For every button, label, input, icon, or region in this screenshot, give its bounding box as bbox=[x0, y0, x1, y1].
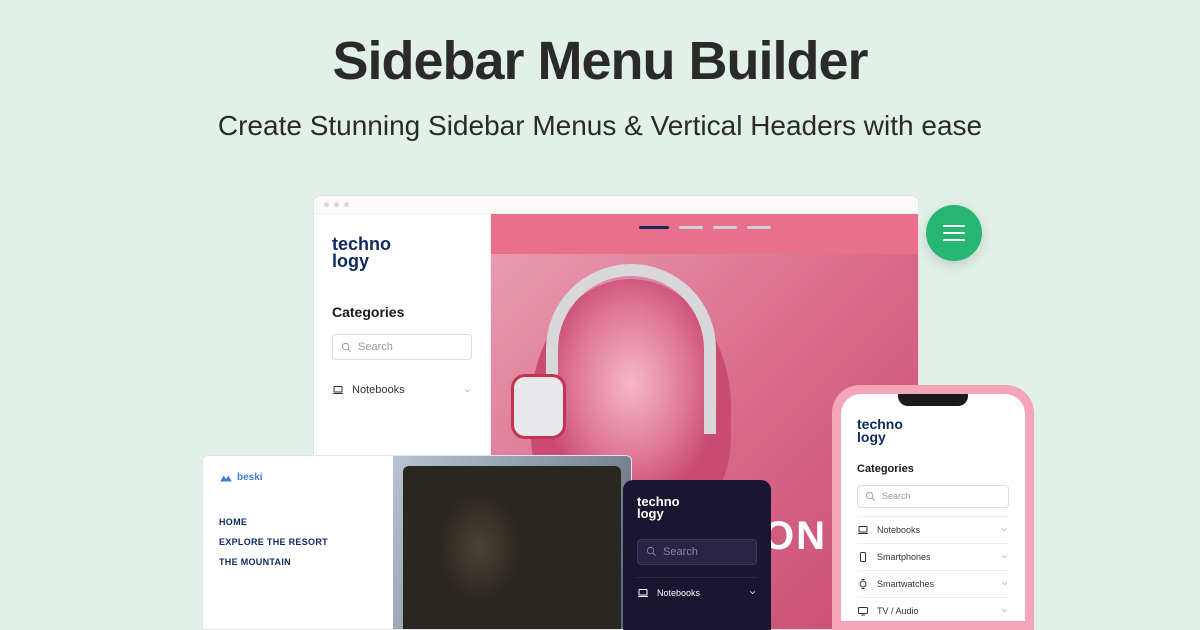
browser-chrome bbox=[314, 196, 918, 214]
secondary-site-mockup: beski HOME EXPLORE THE RESORT THE MOUNTA… bbox=[202, 455, 632, 630]
sidebar-item-tv-audio[interactable]: TV / Audio bbox=[857, 597, 1009, 624]
laptop-icon bbox=[332, 384, 344, 396]
sidebar-item-label: Smartphones bbox=[877, 552, 931, 562]
mountain-icon bbox=[219, 473, 233, 483]
search-icon bbox=[865, 491, 876, 502]
nav-home[interactable]: HOME bbox=[219, 517, 377, 527]
sidebar-item-smartwatches[interactable]: Smartwatches bbox=[857, 570, 1009, 597]
phone-notch bbox=[898, 394, 968, 406]
logo[interactable]: technology bbox=[857, 418, 1009, 445]
categories-heading: Categories bbox=[857, 463, 1009, 475]
phone-icon bbox=[857, 551, 869, 563]
nav-explore[interactable]: EXPLORE THE RESORT bbox=[219, 537, 377, 547]
chevron-down-icon bbox=[1000, 579, 1009, 588]
carousel-tabs[interactable] bbox=[639, 226, 771, 229]
sidebar-item-label: Smartwatches bbox=[877, 579, 934, 589]
search-input[interactable]: Search bbox=[332, 334, 472, 360]
nav-mountain[interactable]: THE MOUNTAIN bbox=[219, 557, 377, 567]
search-input[interactable]: Search bbox=[637, 539, 757, 565]
chevron-down-icon bbox=[1000, 606, 1009, 615]
chevron-down-icon bbox=[1000, 525, 1009, 534]
sidebar-item-label: Notebooks bbox=[352, 384, 405, 396]
logo[interactable]: technology bbox=[332, 236, 472, 270]
watch-icon bbox=[857, 578, 869, 590]
page-subtitle: Create Stunning Sidebar Menus & Vertical… bbox=[0, 110, 1200, 142]
search-icon bbox=[341, 342, 352, 353]
search-input[interactable]: Search bbox=[857, 485, 1009, 508]
dark-tablet-mockup: technology Search Notebooks bbox=[623, 480, 771, 630]
sidebar-item-notebooks[interactable]: Notebooks bbox=[332, 376, 472, 404]
page-title: Sidebar Menu Builder bbox=[0, 30, 1200, 92]
sidebar-item-notebooks[interactable]: Notebooks bbox=[857, 516, 1009, 543]
chevron-down-icon bbox=[463, 386, 472, 395]
sidebar-item-label: Notebooks bbox=[877, 525, 920, 535]
laptop-icon bbox=[857, 524, 869, 536]
laptop-icon bbox=[637, 587, 649, 599]
phone-mockup: technology Categories Search Notebooks S… bbox=[832, 385, 1034, 630]
sidebar-item-smartphones[interactable]: Smartphones bbox=[857, 543, 1009, 570]
chevron-down-icon bbox=[748, 588, 757, 597]
beski-logo[interactable]: beski bbox=[219, 472, 377, 483]
sidebar-item-label: TV / Audio bbox=[877, 606, 919, 616]
chevron-down-icon bbox=[1000, 552, 1009, 561]
sidebar-item-notebooks[interactable]: Notebooks bbox=[637, 577, 757, 608]
hero-image bbox=[393, 456, 631, 629]
categories-heading: Categories bbox=[332, 304, 472, 320]
sidebar-item-label: Notebooks bbox=[657, 588, 700, 598]
hamburger-button[interactable] bbox=[926, 205, 982, 261]
search-icon bbox=[646, 546, 657, 557]
tv-icon bbox=[857, 605, 869, 617]
logo[interactable]: technology bbox=[637, 496, 757, 521]
